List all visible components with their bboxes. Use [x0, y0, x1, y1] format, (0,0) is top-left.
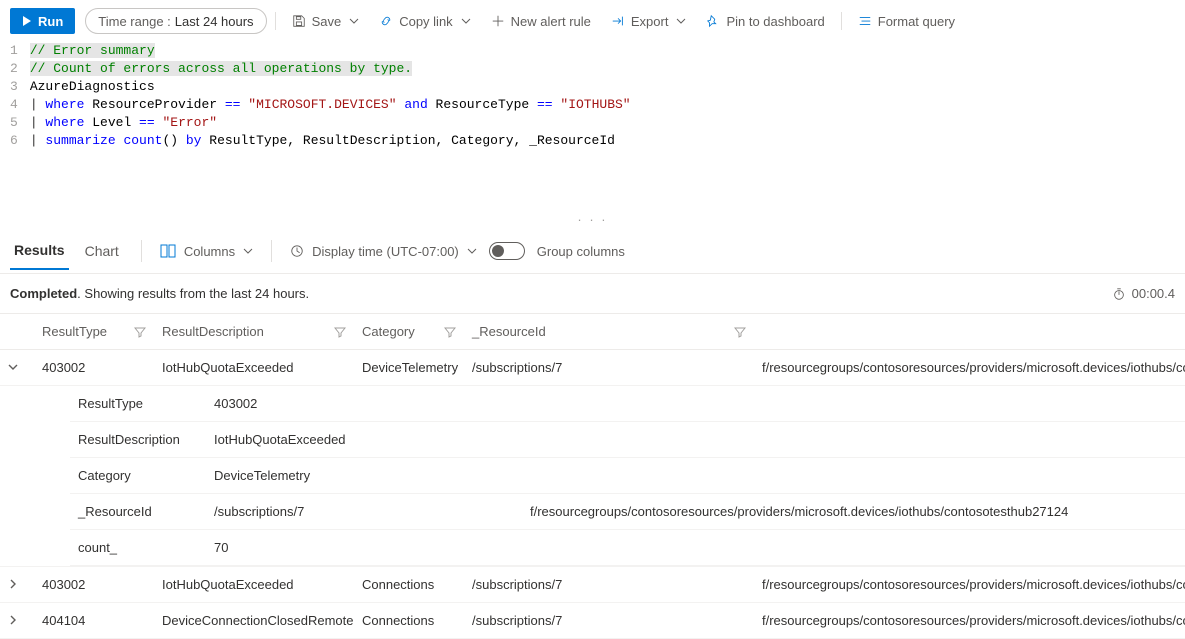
tab-results[interactable]: Results	[10, 232, 69, 270]
plus-icon	[491, 14, 505, 28]
toolbar-separator	[841, 12, 842, 30]
stopwatch-icon	[1112, 287, 1126, 301]
detail-row: _ResourceId /subscriptions/7 f/resourceg…	[70, 494, 1185, 530]
save-button[interactable]: Save	[284, 8, 368, 34]
format-icon	[858, 14, 872, 28]
save-icon	[292, 14, 306, 28]
results-table-wrap: ResultType ResultDescription Category _R…	[0, 314, 1185, 639]
detail-value: DeviceTelemetry	[206, 458, 1185, 494]
detail-key: Category	[70, 458, 206, 494]
filter-icon[interactable]	[444, 326, 456, 338]
cell-resultdescription: IotHubQuotaExceeded	[154, 350, 354, 386]
detail-key: ResultType	[70, 386, 206, 422]
row-expander[interactable]	[8, 360, 18, 375]
detail-row: ResultDescription IotHubQuotaExceeded	[70, 422, 1185, 458]
column-header-ResultDescription[interactable]: ResultDescription	[154, 314, 354, 350]
results-table: ResultType ResultDescription Category _R…	[0, 314, 1185, 639]
copy-link-button[interactable]: Copy link	[371, 8, 478, 34]
chevron-down-icon	[243, 246, 253, 256]
cell-category: DeviceTelemetry	[354, 350, 464, 386]
separator	[141, 240, 142, 262]
vertical-resize-handle[interactable]: · · ·	[0, 210, 1185, 229]
row-expander[interactable]	[8, 577, 18, 592]
chevron-down-icon	[676, 16, 686, 26]
detail-value-tail: f/resourcegroups/contosoresources/provid…	[522, 494, 1185, 530]
status-suffix: . Showing results from the last 24 hours…	[77, 286, 309, 301]
status-row: Completed. Showing results from the last…	[0, 274, 1185, 314]
cell-resulttype: 404104	[34, 603, 154, 639]
column-header-Category[interactable]: Category	[354, 314, 464, 350]
table-row[interactable]: 403002 IotHubQuotaExceeded DeviceTelemet…	[0, 350, 1185, 386]
pin-icon	[706, 14, 720, 28]
separator	[271, 240, 272, 262]
cell-resourceid: /subscriptions/7	[464, 567, 754, 603]
detail-row: count_ 70	[70, 530, 1185, 566]
results-toolbar: Results Chart Columns Display time (UTC-…	[0, 229, 1185, 274]
time-range-prefix: Time range :	[98, 14, 171, 29]
row-expander[interactable]	[8, 613, 18, 628]
detail-row: Category DeviceTelemetry	[70, 458, 1185, 494]
detail-value: /subscriptions/7	[206, 494, 522, 530]
toolbar-separator	[275, 12, 276, 30]
table-row[interactable]: 404104 DeviceConnectionClosedRemotely Co…	[0, 603, 1185, 639]
cell-resourceid-tail: f/resourcegroups/contosoresources/provid…	[754, 350, 1185, 386]
cell-resulttype: 403002	[34, 567, 154, 603]
row-details: ResultType 403002ResultDescription IotHu…	[0, 386, 1185, 567]
columns-button[interactable]: Columns	[160, 244, 253, 259]
group-columns-toggle[interactable]	[489, 242, 525, 260]
column-resource-tail	[754, 314, 1185, 350]
detail-row: ResultType 403002	[70, 386, 1185, 422]
chevron-down-icon	[461, 16, 471, 26]
export-button[interactable]: Export	[603, 8, 695, 34]
link-icon	[379, 14, 393, 28]
column-header-_ResourceId[interactable]: _ResourceId	[464, 314, 754, 350]
play-icon	[22, 14, 32, 29]
new-alert-button[interactable]: New alert rule	[483, 8, 599, 34]
run-label: Run	[38, 14, 63, 29]
filter-icon[interactable]	[334, 326, 346, 338]
detail-value: 403002	[206, 386, 1185, 422]
filter-icon[interactable]	[134, 326, 146, 338]
pin-button[interactable]: Pin to dashboard	[698, 8, 832, 34]
time-range-value: Last 24 hours	[175, 14, 254, 29]
cell-category: Connections	[354, 603, 464, 639]
table-row[interactable]: 403002 IotHubQuotaExceeded Connections /…	[0, 567, 1185, 603]
chevron-down-icon	[349, 16, 359, 26]
cell-resultdescription: DeviceConnectionClosedRemotely	[154, 603, 354, 639]
detail-value: 70	[206, 530, 1185, 566]
cell-resourceid: /subscriptions/7	[464, 603, 754, 639]
detail-key: count_	[70, 530, 206, 566]
cell-category: Connections	[354, 567, 464, 603]
group-columns-label: Group columns	[537, 244, 625, 259]
cell-resourceid-tail: f/resourcegroups/contosoresources/provid…	[754, 567, 1185, 603]
clock-icon	[290, 244, 304, 258]
cell-resourceid: /subscriptions/7	[464, 350, 754, 386]
time-range-picker[interactable]: Time range : Last 24 hours	[85, 8, 266, 34]
chevron-down-icon	[467, 246, 477, 256]
line-numbers: 123456	[10, 42, 30, 150]
code-content: // Error summary// Count of errors acros…	[30, 42, 631, 150]
format-query-button[interactable]: Format query	[850, 8, 963, 34]
cell-resultdescription: IotHubQuotaExceeded	[154, 567, 354, 603]
detail-value: IotHubQuotaExceeded	[206, 422, 1185, 458]
export-icon	[611, 14, 625, 28]
display-time-picker[interactable]: Display time (UTC-07:00)	[290, 244, 477, 259]
query-editor[interactable]: 123456 // Error summary// Count of error…	[0, 42, 1185, 150]
columns-icon	[160, 244, 176, 258]
detail-key: _ResourceId	[70, 494, 206, 530]
status-completed: Completed	[10, 286, 77, 301]
detail-key: ResultDescription	[70, 422, 206, 458]
expand-column	[0, 314, 34, 350]
query-toolbar: Run Time range : Last 24 hours Save Copy…	[0, 0, 1185, 42]
run-button[interactable]: Run	[10, 8, 75, 34]
cell-resourceid-tail: f/resourcegroups/contosoresources/provid…	[754, 603, 1185, 639]
cell-resulttype: 403002	[34, 350, 154, 386]
tab-chart[interactable]: Chart	[81, 233, 123, 269]
query-timer: 00:00.4	[1112, 286, 1175, 301]
column-header-ResultType[interactable]: ResultType	[34, 314, 154, 350]
filter-icon[interactable]	[734, 326, 746, 338]
